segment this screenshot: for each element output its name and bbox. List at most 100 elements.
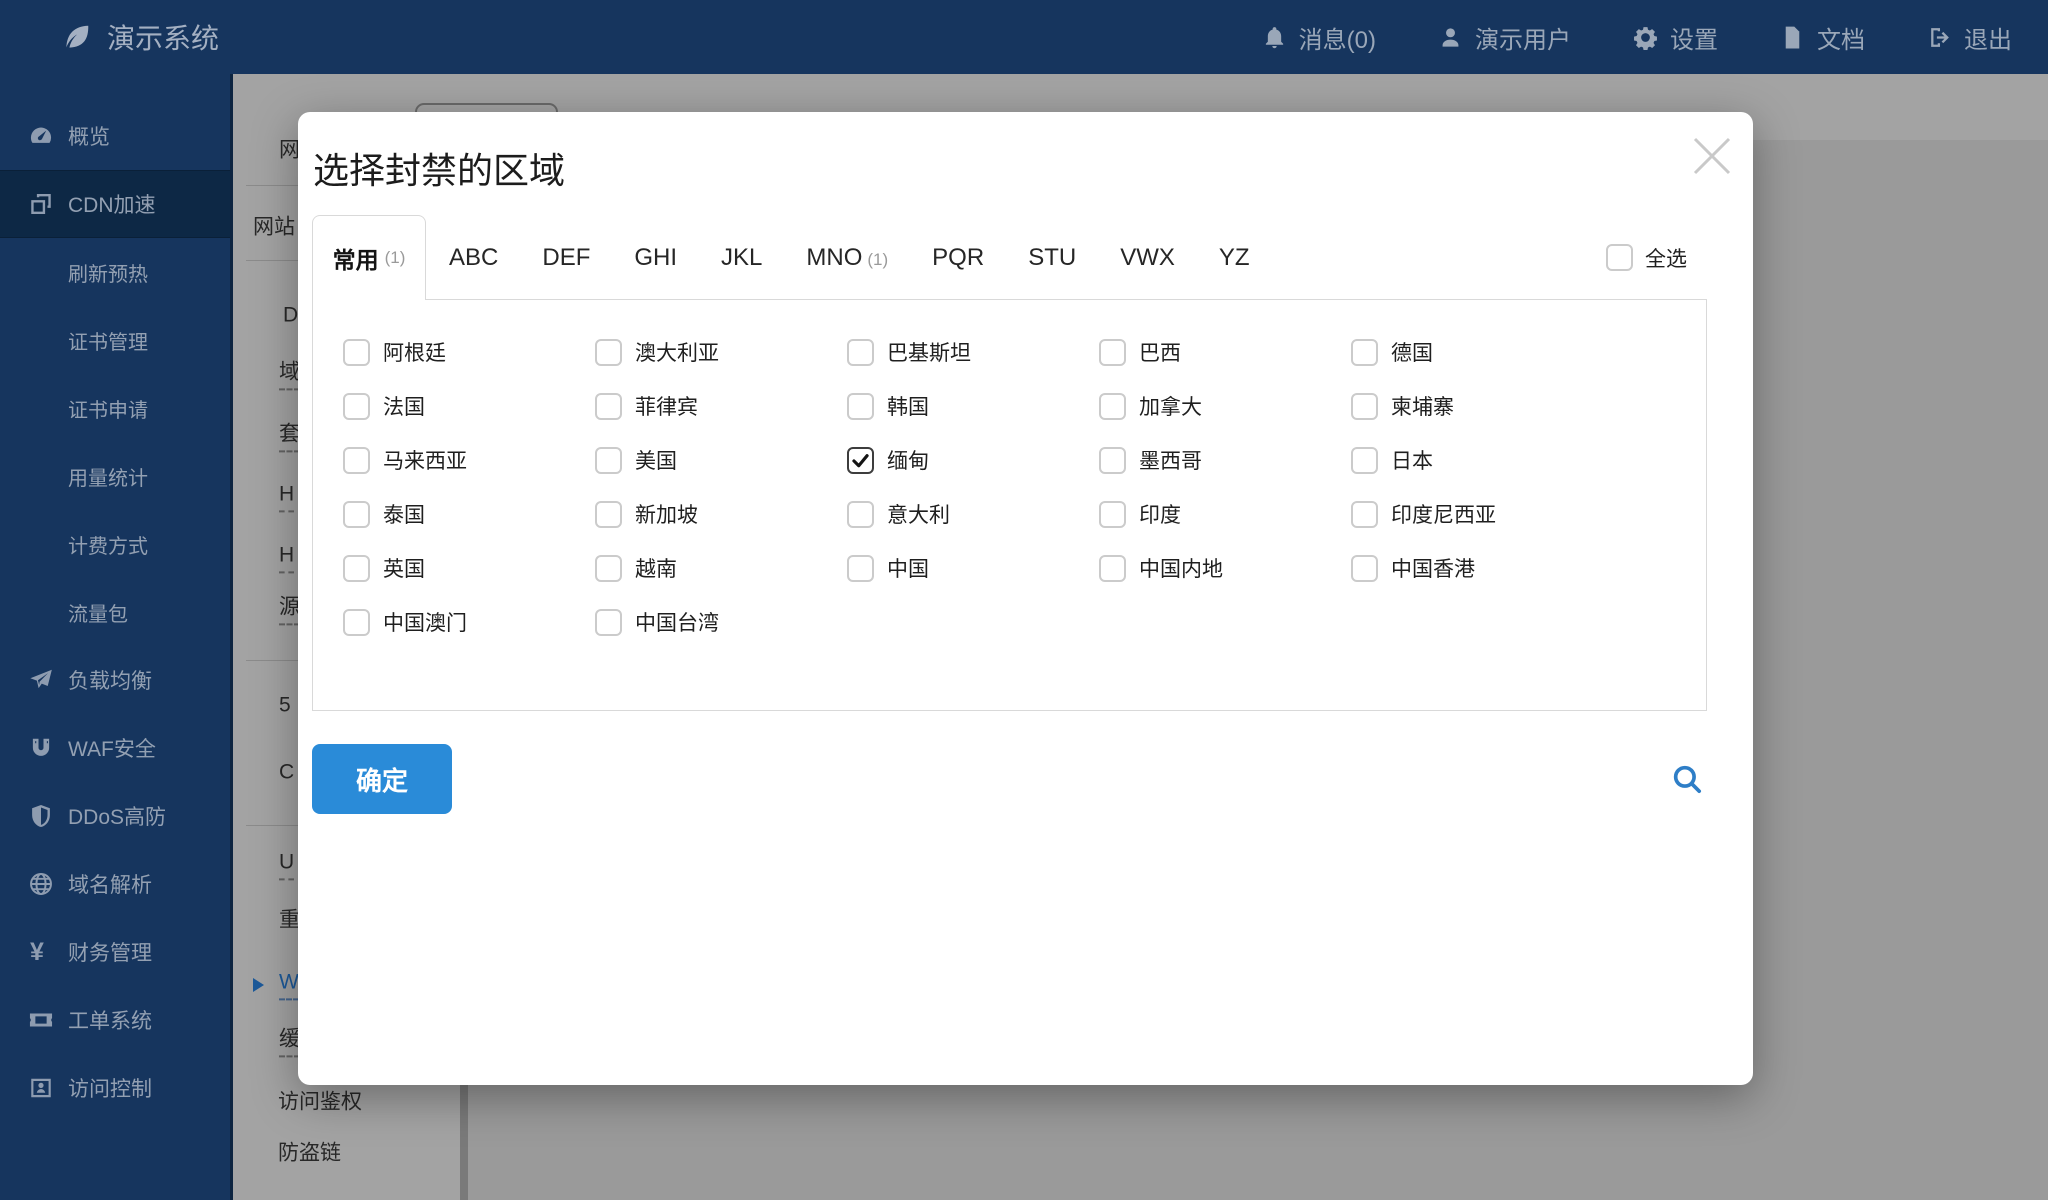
checkbox-icon[interactable] <box>847 501 874 528</box>
tab-label: DEF <box>542 244 590 272</box>
region-option[interactable]: 印度 <box>1099 499 1351 529</box>
confirm-button[interactable]: 确定 <box>312 744 452 814</box>
checkbox-icon[interactable] <box>343 339 370 366</box>
sidebar-item[interactable]: 概览 <box>0 102 230 170</box>
checkbox-icon[interactable] <box>343 555 370 582</box>
checkbox-icon[interactable] <box>1351 339 1378 366</box>
region-option[interactable]: 加拿大 <box>1099 391 1351 421</box>
checkbox-icon[interactable] <box>1351 447 1378 474</box>
select-all[interactable]: 全选 <box>1606 215 1687 300</box>
tab-mno[interactable]: MNO(1) <box>806 244 888 272</box>
tab-ghi[interactable]: GHI <box>634 244 677 272</box>
region-name: 德国 <box>1391 337 1433 367</box>
checkbox-icon[interactable] <box>1351 501 1378 528</box>
tab-jkl[interactable]: JKL <box>721 244 762 272</box>
region-option[interactable]: 巴基斯坦 <box>847 337 1099 367</box>
checkbox-icon[interactable] <box>1099 339 1126 366</box>
region-option[interactable]: 中国香港 <box>1351 553 1603 583</box>
checkbox-icon[interactable] <box>1099 555 1126 582</box>
region-option[interactable]: 澳大利亚 <box>595 337 847 367</box>
region-option[interactable]: 菲律宾 <box>595 391 847 421</box>
region-option[interactable]: 阿根廷 <box>343 337 595 367</box>
checkbox-icon[interactable] <box>343 609 370 636</box>
globe-icon <box>28 871 54 897</box>
region-option[interactable]: 马来西亚 <box>343 445 595 475</box>
checkbox-icon[interactable] <box>1351 393 1378 420</box>
tab-yz[interactable]: YZ <box>1219 244 1250 272</box>
sidebar-item[interactable]: 证书管理 <box>0 306 230 374</box>
checkbox-icon[interactable] <box>343 447 370 474</box>
checkbox-icon[interactable] <box>343 501 370 528</box>
tab-vwx[interactable]: VWX <box>1120 244 1175 272</box>
checkbox-icon[interactable] <box>595 609 622 636</box>
sidebar-item[interactable]: 工单系统 <box>0 986 230 1054</box>
sidebar-item[interactable]: ¥财务管理 <box>0 918 230 986</box>
tab-changyong[interactable]: 常用 (1) <box>312 215 426 300</box>
checkbox-icon[interactable] <box>595 555 622 582</box>
region-option[interactable]: 印度尼西亚 <box>1351 499 1603 529</box>
sidebar-item[interactable]: WAF安全 <box>0 714 230 782</box>
region-option[interactable]: 中国 <box>847 553 1099 583</box>
checkbox-icon[interactable] <box>847 339 874 366</box>
tab-pqr[interactable]: PQR <box>932 244 984 272</box>
topnav-item[interactable]: 消息(0) <box>1262 20 1376 55</box>
region-option[interactable]: 美国 <box>595 445 847 475</box>
checkbox-icon[interactable] <box>595 339 622 366</box>
sidebar-item-label: 证书管理 <box>68 326 148 355</box>
region-option[interactable]: 意大利 <box>847 499 1099 529</box>
close-icon[interactable] <box>1689 133 1735 179</box>
topnav-label: 设置 <box>1670 20 1718 55</box>
sidebar-item[interactable]: 计费方式 <box>0 510 230 578</box>
topnav-item[interactable]: 设置 <box>1633 20 1718 55</box>
checkbox-icon[interactable] <box>847 393 874 420</box>
region-option[interactable]: 缅甸 <box>847 445 1099 475</box>
region-option[interactable]: 中国台湾 <box>595 607 847 637</box>
region-name: 菲律宾 <box>635 391 698 421</box>
tab-def[interactable]: DEF <box>542 244 590 272</box>
region-option[interactable]: 德国 <box>1351 337 1603 367</box>
sidebar-item[interactable]: 负载均衡 <box>0 646 230 714</box>
checkbox-icon[interactable] <box>1099 501 1126 528</box>
checkbox-icon[interactable] <box>847 555 874 582</box>
topnav-item[interactable]: 演示用户 <box>1438 20 1571 55</box>
region-option[interactable]: 新加坡 <box>595 499 847 529</box>
region-grid: 阿根廷澳大利亚巴基斯坦巴西 德国法国 菲律宾 韩国加拿大柬埔寨马来西亚美国缅甸墨西哥日… <box>343 325 1603 649</box>
sidebar-item[interactable]: 刷新预热 <box>0 238 230 306</box>
top-nav: 消息(0) 演示用户 设置 文档 退出 <box>1262 20 2012 55</box>
region-option[interactable]: 韩国 <box>847 391 1099 421</box>
region-option[interactable]: 日本 <box>1351 445 1603 475</box>
region-option[interactable]: 中国内地 <box>1099 553 1351 583</box>
search-icon[interactable] <box>1670 762 1704 796</box>
checkbox-icon[interactable] <box>595 393 622 420</box>
region-option[interactable]: 墨西哥 <box>1099 445 1351 475</box>
region-option[interactable]: 英国 <box>343 553 595 583</box>
region-option[interactable]: 巴西 <box>1099 337 1351 367</box>
tab-stu[interactable]: STU <box>1028 244 1076 272</box>
brand[interactable]: 演示系统 <box>62 17 219 57</box>
sidebar-item[interactable]: DDoS高防 <box>0 782 230 850</box>
checkbox-icon[interactable] <box>1099 447 1126 474</box>
region-option[interactable]: 泰国 <box>343 499 595 529</box>
select-all-checkbox[interactable] <box>1606 244 1633 271</box>
checkbox-icon[interactable] <box>343 393 370 420</box>
topnav-item[interactable]: 文档 <box>1780 20 1865 55</box>
region-option[interactable]: 柬埔寨 <box>1351 391 1603 421</box>
sidebar-item[interactable]: 证书申请 <box>0 374 230 442</box>
sidebar-item[interactable]: 域名解析 <box>0 850 230 918</box>
sidebar-item[interactable]: 访问控制 <box>0 1054 230 1122</box>
region-name: 意大利 <box>887 499 950 529</box>
sidebar-item[interactable]: 流量包 <box>0 578 230 646</box>
tab-abc[interactable]: ABC <box>449 244 498 272</box>
checkbox-icon[interactable] <box>595 447 622 474</box>
region-option[interactable]: 越南 <box>595 553 847 583</box>
region-option[interactable]: 中国澳门 <box>343 607 595 637</box>
topnav-item[interactable]: 退出 <box>1927 20 2012 55</box>
checkbox-checked-icon[interactable] <box>847 447 874 474</box>
checkbox-icon[interactable] <box>595 501 622 528</box>
region-option[interactable]: 法国 <box>343 391 595 421</box>
sidebar-item-label: 域名解析 <box>68 869 152 899</box>
checkbox-icon[interactable] <box>1351 555 1378 582</box>
sidebar-item[interactable]: 用量统计 <box>0 442 230 510</box>
checkbox-icon[interactable] <box>1099 393 1126 420</box>
sidebar-item[interactable]: CDN加速 <box>0 170 230 238</box>
